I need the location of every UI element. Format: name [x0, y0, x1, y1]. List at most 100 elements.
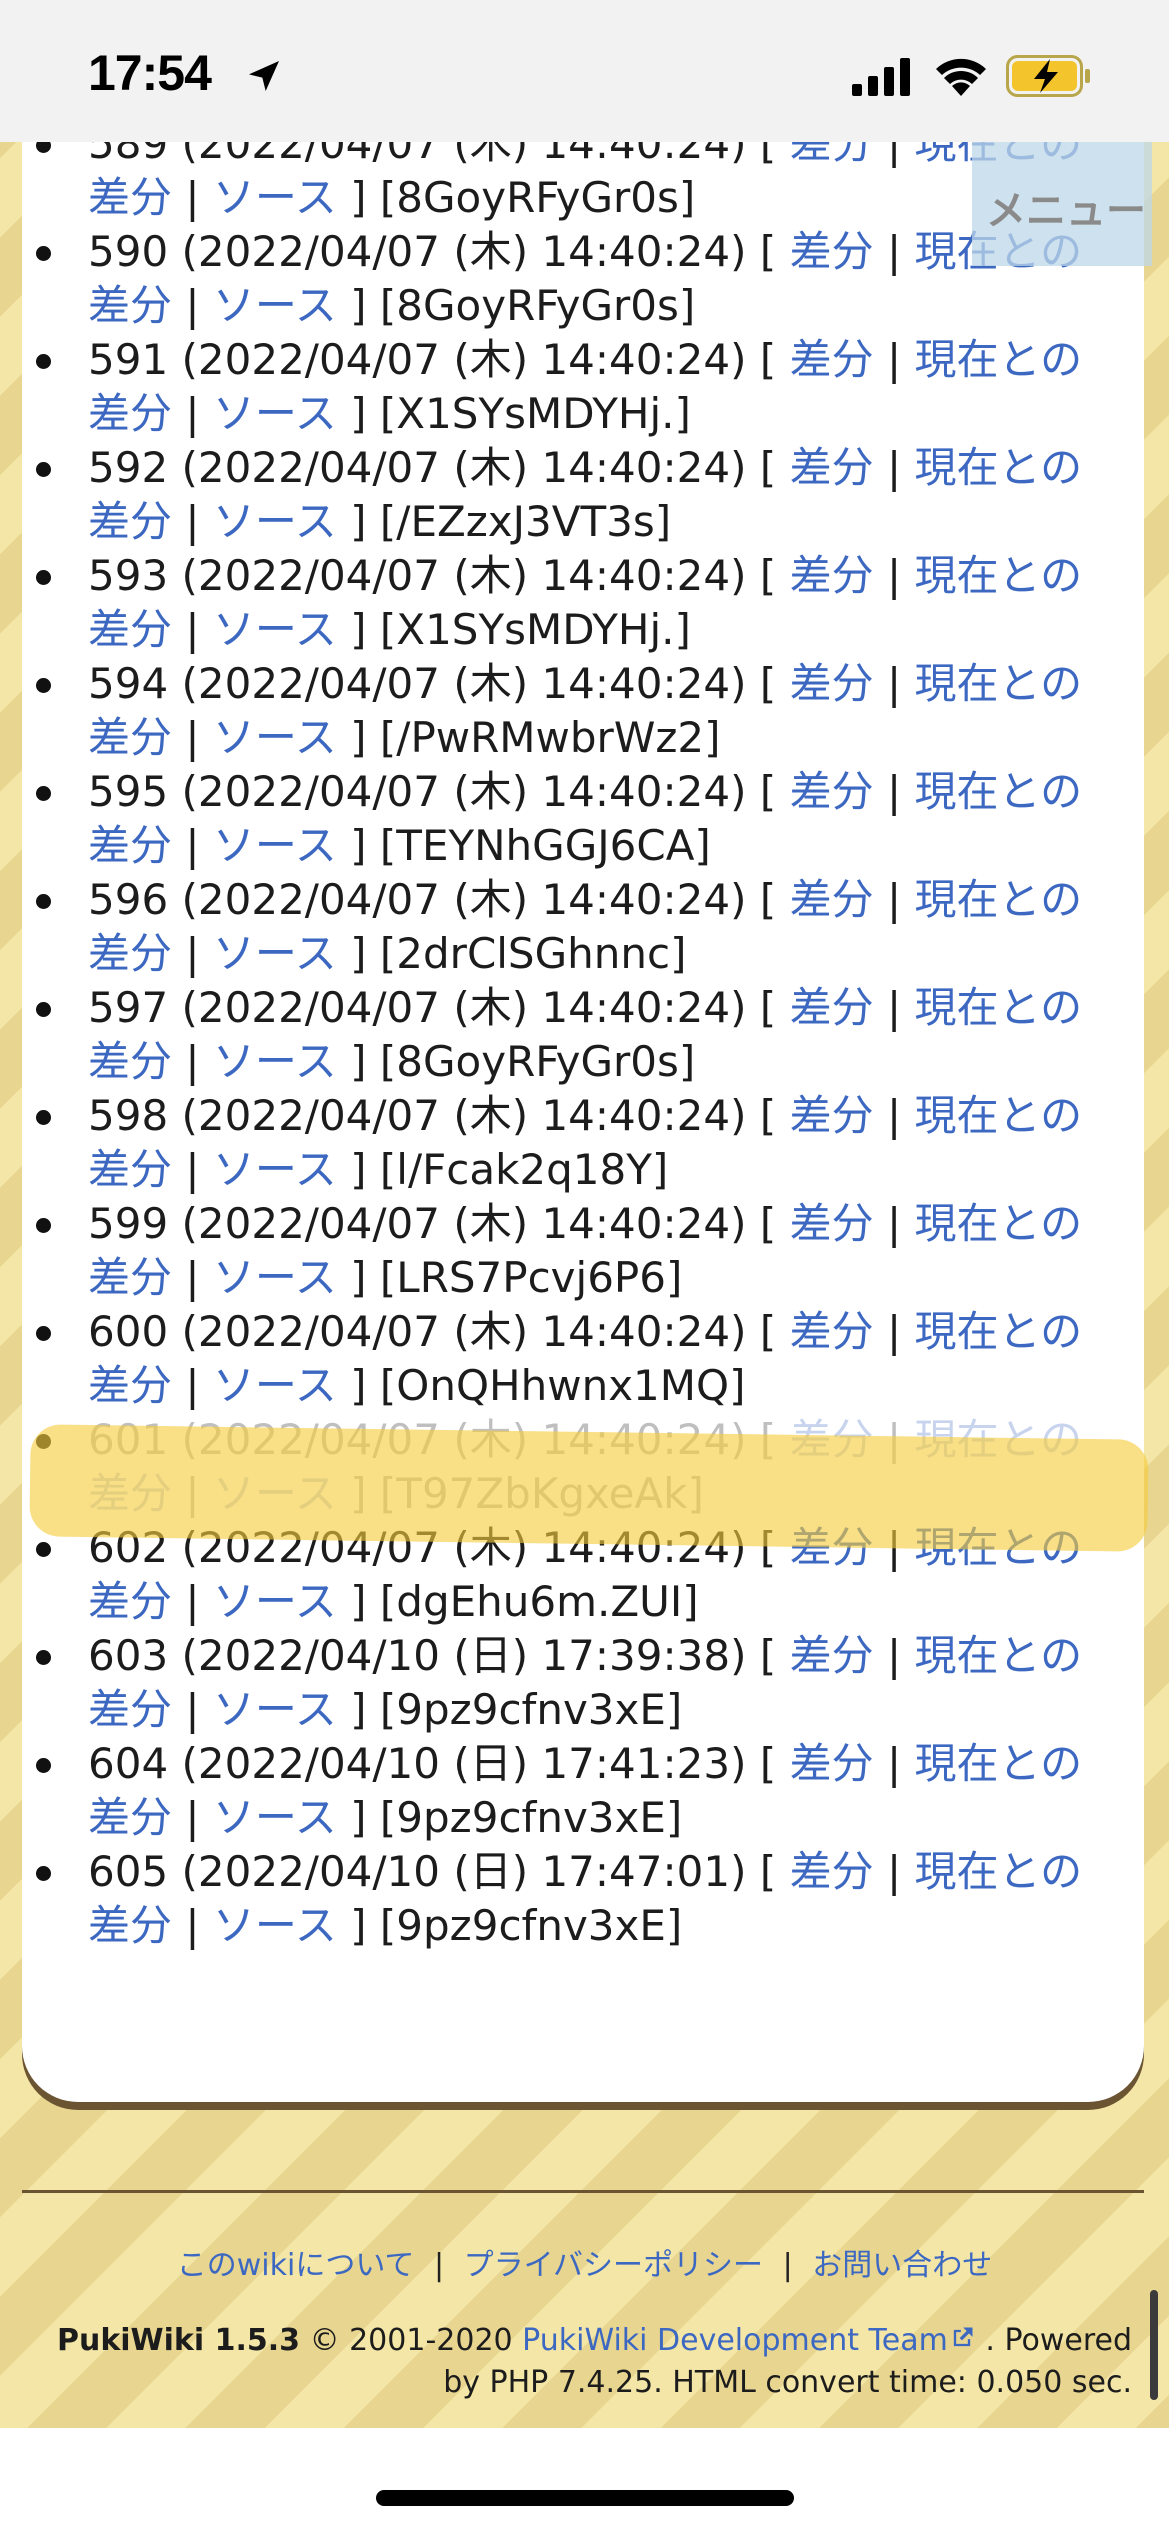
close-bracket: ]	[350, 1577, 367, 1626]
source-link[interactable]: ソース	[213, 389, 337, 438]
current-diff-link[interactable]: 現在との	[914, 659, 1082, 708]
diff-link[interactable]: 差分	[790, 659, 874, 708]
diff-link[interactable]: 差分	[790, 1199, 874, 1248]
current-diff-link-cont[interactable]: 差分	[88, 281, 172, 330]
current-diff-link[interactable]: 現在との	[914, 1091, 1082, 1140]
menu-label: メニュー	[986, 188, 1146, 234]
scrollbar[interactable]	[1150, 2290, 1158, 2400]
entry-line-2: 差分 | ソース ] [LRS7Pcvj6P6]	[88, 1251, 682, 1305]
entry-date: (2022/04/10 (日) 17:47:01)	[181, 1847, 747, 1896]
bullet-icon	[36, 1650, 51, 1665]
footer-links: このwikiについて | プライバシーポリシー | お問い合わせ	[0, 2240, 1169, 2284]
source-link[interactable]: ソース	[213, 1793, 337, 1842]
source-link[interactable]: ソース	[213, 713, 337, 762]
current-diff-link-cont[interactable]: 差分	[88, 1361, 172, 1410]
close-bracket: ]	[350, 173, 367, 222]
source-link[interactable]: ソース	[213, 1685, 337, 1734]
current-diff-link-cont[interactable]: 差分	[88, 1685, 172, 1734]
footer-link-privacy[interactable]: プライバシーポリシー	[464, 2248, 763, 2283]
link-separator: |	[886, 1199, 902, 1248]
bullet-icon	[36, 1218, 51, 1233]
close-bracket: ]	[350, 1361, 367, 1410]
source-link[interactable]: ソース	[213, 281, 337, 330]
open-bracket: [	[759, 443, 777, 492]
current-diff-link-cont[interactable]: 差分	[88, 605, 172, 654]
entry-line-1: 593 (2022/04/07 (木) 14:40:24) [ 差分 | 現在と…	[88, 549, 1082, 603]
diff-link[interactable]: 差分	[790, 983, 874, 1032]
backup-entry: 596 (2022/04/07 (木) 14:40:24) [ 差分 | 現在と…	[22, 874, 1144, 982]
diff-link[interactable]: 差分	[790, 335, 874, 384]
entry-line-2: 差分 | ソース ] [OnQHhwnx1MQ]	[88, 1359, 745, 1413]
backup-entry: 604 (2022/04/10 (日) 17:41:23) [ 差分 | 現在と…	[22, 1738, 1144, 1846]
entry-date: (2022/04/07 (木) 14:40:24)	[181, 659, 747, 708]
current-diff-link[interactable]: 現在との	[914, 767, 1082, 816]
current-diff-link-cont[interactable]: 差分	[88, 1793, 172, 1842]
source-link[interactable]: ソース	[213, 1037, 337, 1086]
diff-link[interactable]: 差分	[790, 767, 874, 816]
source-link[interactable]: ソース	[213, 1361, 337, 1410]
source-link[interactable]: ソース	[213, 821, 337, 870]
current-diff-link-cont[interactable]: 差分	[88, 389, 172, 438]
diff-link[interactable]: 差分	[790, 1307, 874, 1356]
current-diff-link-cont[interactable]: 差分	[88, 497, 172, 546]
diff-link[interactable]: 差分	[790, 1631, 874, 1680]
entry-date: (2022/04/07 (木) 14:40:24)	[181, 983, 747, 1032]
current-diff-link[interactable]: 現在との	[914, 1631, 1082, 1680]
entry-line-1: 590 (2022/04/07 (木) 14:40:24) [ 差分 | 現在と…	[88, 225, 1082, 279]
runtime-text: by PHP 7.4.25. HTML convert time: 0.050 …	[443, 2365, 1132, 2400]
entry-user-id: [LRS7Pcvj6P6]	[379, 1253, 683, 1302]
source-link[interactable]: ソース	[213, 929, 337, 978]
current-diff-link-cont[interactable]: 差分	[88, 1145, 172, 1194]
menu-button[interactable]: メニュー	[972, 142, 1152, 266]
current-diff-link-cont[interactable]: 差分	[88, 173, 172, 222]
current-diff-link[interactable]: 現在との	[914, 1847, 1082, 1896]
source-link[interactable]: ソース	[213, 605, 337, 654]
entry-user-id: [9pz9cfnv3xE]	[379, 1793, 683, 1842]
home-indicator[interactable]	[376, 2490, 794, 2506]
link-separator: |	[185, 1901, 200, 1950]
source-link[interactable]: ソース	[213, 173, 337, 222]
current-diff-link[interactable]: 現在との	[914, 443, 1082, 492]
link-separator: |	[185, 713, 200, 762]
bullet-icon	[36, 678, 51, 693]
entry-line-1: 598 (2022/04/07 (木) 14:40:24) [ 差分 | 現在と…	[88, 1089, 1082, 1143]
footer-link-contact[interactable]: お問い合わせ	[812, 2248, 992, 2283]
diff-link[interactable]: 差分	[790, 551, 874, 600]
open-bracket: [	[759, 1739, 777, 1788]
current-diff-link[interactable]: 現在との	[914, 875, 1082, 924]
entry-date: (2022/04/10 (日) 17:39:38)	[181, 1631, 747, 1680]
entry-number: 593	[88, 551, 169, 600]
source-link[interactable]: ソース	[213, 1145, 337, 1194]
current-diff-link[interactable]: 現在との	[914, 1199, 1082, 1248]
current-diff-link[interactable]: 現在との	[914, 1739, 1082, 1788]
current-diff-link-cont[interactable]: 差分	[88, 821, 172, 870]
current-diff-link-cont[interactable]: 差分	[88, 1037, 172, 1086]
current-diff-link-cont[interactable]: 差分	[88, 713, 172, 762]
current-diff-link[interactable]: 現在との	[914, 335, 1082, 384]
dev-team-link[interactable]: PukiWiki Development Team	[522, 2323, 948, 2358]
source-link[interactable]: ソース	[213, 1577, 337, 1626]
diff-link[interactable]: 差分	[790, 1847, 874, 1896]
diff-link[interactable]: 差分	[790, 443, 874, 492]
source-link[interactable]: ソース	[213, 1901, 337, 1950]
diff-link[interactable]: 差分	[790, 227, 874, 276]
current-diff-link-cont[interactable]: 差分	[88, 929, 172, 978]
source-link[interactable]: ソース	[213, 1253, 337, 1302]
entry-number: 594	[88, 659, 169, 708]
diff-link[interactable]: 差分	[790, 1739, 874, 1788]
current-diff-link-cont[interactable]: 差分	[88, 1577, 172, 1626]
diff-link[interactable]: 差分	[790, 1091, 874, 1140]
diff-link[interactable]: 差分	[790, 875, 874, 924]
open-bracket: [	[759, 875, 777, 924]
current-diff-link[interactable]: 現在との	[914, 551, 1082, 600]
backup-entry: 595 (2022/04/07 (木) 14:40:24) [ 差分 | 現在と…	[22, 766, 1144, 874]
footer-link-about[interactable]: このwikiについて	[177, 2248, 415, 2283]
source-link[interactable]: ソース	[213, 497, 337, 546]
entry-line-2: 差分 | ソース ] [9pz9cfnv3xE]	[88, 1791, 682, 1845]
current-diff-link[interactable]: 現在との	[914, 983, 1082, 1032]
link-separator: |	[886, 983, 902, 1032]
current-diff-link-cont[interactable]: 差分	[88, 1253, 172, 1302]
entry-user-id: [/PwRMwbrWz2]	[379, 713, 721, 762]
current-diff-link-cont[interactable]: 差分	[88, 1901, 172, 1950]
current-diff-link[interactable]: 現在との	[914, 1307, 1082, 1356]
